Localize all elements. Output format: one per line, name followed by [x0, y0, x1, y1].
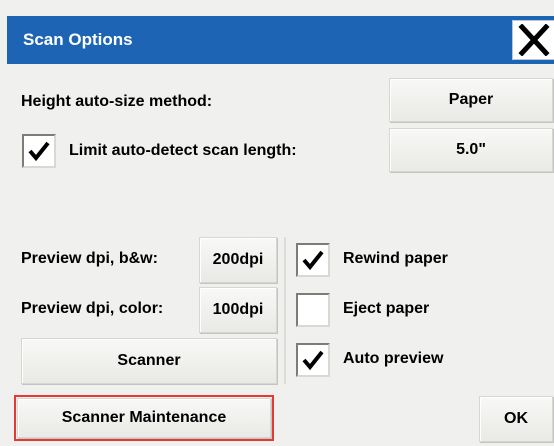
- preview-bw-button[interactable]: 200dpi: [199, 237, 277, 283]
- eject-paper-checkbox[interactable]: [296, 293, 330, 327]
- check-icon: [302, 350, 324, 371]
- limit-scan-label: Limit auto-detect scan length:: [69, 142, 297, 159]
- check-icon: [302, 250, 324, 271]
- auto-preview-checkbox[interactable]: [296, 343, 330, 377]
- close-icon: [518, 24, 550, 56]
- scan-options-dialog: Scan Options Height auto-size method: Pa…: [0, 0, 554, 446]
- scanner-maintenance-button[interactable]: Scanner Maintenance: [17, 398, 271, 438]
- dialog-title: Scan Options: [23, 30, 133, 49]
- rewind-paper-checkbox[interactable]: [296, 243, 330, 277]
- separator: [284, 237, 286, 384]
- title-bar: Scan Options: [7, 16, 554, 64]
- ok-button[interactable]: OK: [479, 396, 553, 442]
- rewind-paper-label: Rewind paper: [343, 250, 448, 267]
- preview-bw-label: Preview dpi, b&w:: [21, 250, 158, 267]
- eject-paper-label: Eject paper: [343, 300, 430, 317]
- preview-color-button[interactable]: 100dpi: [199, 287, 277, 333]
- height-method-label: Height auto-size method:: [21, 93, 213, 110]
- check-icon: [28, 141, 50, 162]
- close-button[interactable]: [512, 20, 554, 60]
- scan-length-button[interactable]: 5.0": [389, 128, 553, 172]
- scanner-button[interactable]: Scanner: [21, 338, 277, 384]
- preview-color-label: Preview dpi, color:: [21, 300, 164, 317]
- auto-preview-label: Auto preview: [343, 350, 444, 367]
- limit-scan-checkbox[interactable]: [22, 134, 56, 168]
- height-method-button[interactable]: Paper: [389, 78, 553, 122]
